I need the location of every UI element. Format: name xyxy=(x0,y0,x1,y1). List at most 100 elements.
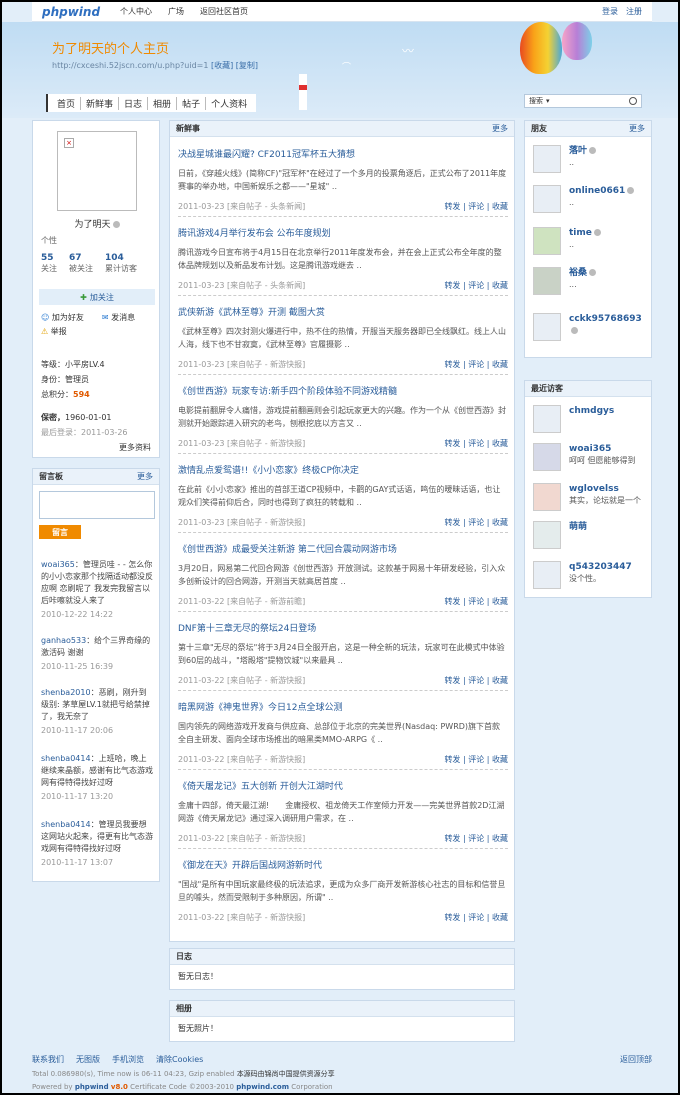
friend-avatar[interactable] xyxy=(533,145,561,173)
feed-item-actions[interactable]: 转发 | 评论 | 收藏 xyxy=(444,438,508,449)
visitor-avatar[interactable] xyxy=(533,405,561,433)
collect-link[interactable]: [收藏] xyxy=(211,61,233,70)
footer-clear-cookies-link[interactable]: 清除Cookies xyxy=(156,1054,203,1065)
message-author[interactable]: woai365 xyxy=(41,560,75,569)
feed-item-title[interactable]: DNF第十三章无尽的祭坛24日登场 xyxy=(178,621,508,634)
friend-name[interactable]: 落叶 xyxy=(569,146,587,156)
seagull-icon: 〰 xyxy=(402,44,415,58)
guestbook-input[interactable] xyxy=(39,491,155,519)
follow-label: 加关注 xyxy=(89,292,114,302)
friend-sign: ... xyxy=(569,280,577,289)
visitor-item[interactable]: woai365 呵呵 但愿能够得到 xyxy=(533,443,645,471)
message-author[interactable]: shenba0414 xyxy=(41,820,91,829)
visitor-name[interactable]: chmdgys xyxy=(569,406,614,416)
friend-avatar[interactable] xyxy=(533,267,561,295)
visitor-name[interactable]: woai365 xyxy=(569,444,611,454)
follow-button[interactable]: ✚ 加关注 xyxy=(39,289,155,305)
tab-profile[interactable]: 个人资料 xyxy=(206,97,252,110)
visitor-avatar[interactable] xyxy=(533,561,561,589)
feed-item-actions[interactable]: 转发 | 评论 | 收藏 xyxy=(444,833,508,844)
friend-item[interactable]: 落叶.. xyxy=(533,145,645,173)
feed-item-meta: 2011-03-23 [来自帖子 - 新游快报] xyxy=(178,518,306,527)
friend-avatar[interactable] xyxy=(533,185,561,213)
tab-home[interactable]: 首页 xyxy=(52,96,82,110)
stat-visitors[interactable]: 104 累计访客 xyxy=(105,253,137,274)
top-nav-user-center[interactable]: 个人中心 xyxy=(120,6,152,17)
feed-item-actions[interactable]: 转发 | 评论 | 收藏 xyxy=(444,754,508,765)
friend-avatar[interactable] xyxy=(533,313,561,341)
visitor-item[interactable]: wglovelss 其实，论坛就是一个 xyxy=(533,483,645,511)
feed-item-title[interactable]: 暗黑网游《神鬼世界》今日12点全球公测 xyxy=(178,700,508,713)
friend-item[interactable]: cckk95768693 xyxy=(533,313,645,341)
search-icon[interactable] xyxy=(629,97,637,105)
login-link[interactable]: 登录 xyxy=(602,6,618,17)
corporation-text: Corporation xyxy=(291,1083,333,1091)
visitor-item[interactable]: 萌萌 xyxy=(533,521,645,549)
stat-followers[interactable]: 67 被关注 xyxy=(69,253,93,274)
feed-item-actions[interactable]: 转发 | 评论 | 收藏 xyxy=(444,675,508,686)
friend-item[interactable]: online0661.. xyxy=(533,185,645,213)
friend-name[interactable]: cckk95768693 xyxy=(569,314,642,324)
feed-item-title[interactable]: 激情乱点爱鸳谱!!《小小恋家》终极CP你决定 xyxy=(178,463,508,476)
message-author[interactable]: shenba2010 xyxy=(41,688,91,697)
phpwind-site-link[interactable]: phpwind.com xyxy=(236,1083,289,1091)
footer-contact-link[interactable]: 联系我们 xyxy=(32,1054,64,1065)
friend-avatar[interactable] xyxy=(533,227,561,255)
friend-item[interactable]: time.. xyxy=(533,227,645,255)
feed-item-actions[interactable]: 转发 | 评论 | 收藏 xyxy=(444,359,508,370)
friend-name[interactable]: online0661 xyxy=(569,186,625,196)
footer-mobile-link[interactable]: 手机浏览 xyxy=(112,1054,144,1065)
feed-item-title[interactable]: 《创世西游》玩家专访:新手四个阶段体验不同游戏精髓 xyxy=(178,384,508,397)
more-profile-link[interactable]: 更多资料 xyxy=(119,442,151,453)
visitor-avatar[interactable] xyxy=(533,521,561,549)
visitor-avatar[interactable] xyxy=(533,483,561,511)
message-author[interactable]: ganhao533 xyxy=(41,636,86,645)
search-type-select[interactable]: 搜索 xyxy=(529,96,543,106)
guestbook-message: woai365：管理员哇 - - 怎么你的小小恋家那个找隔适动都没反应啊 恋刷呢… xyxy=(41,559,153,621)
feed-item-title[interactable]: 决战星城谁最闪耀? CF2011冠军杯五大猜想 xyxy=(178,147,508,160)
feed-item-actions[interactable]: 转发 | 评论 | 收藏 xyxy=(444,201,508,212)
visitor-name[interactable]: wglovelss xyxy=(569,484,619,494)
visitor-item[interactable]: q543203447 没个性。 xyxy=(533,561,645,589)
visitor-name[interactable]: 萌萌 xyxy=(569,522,587,532)
search-box[interactable]: 搜索 ▾ xyxy=(524,94,642,108)
avatar[interactable]: × xyxy=(57,131,137,211)
tab-news[interactable]: 新鲜事 xyxy=(81,96,120,110)
tab-posts[interactable]: 帖子 xyxy=(177,96,207,110)
feed-item-title[interactable]: 武侠新游《武林至尊》开测 截图大赏 xyxy=(178,305,508,318)
visitor-item[interactable]: chmdgys xyxy=(533,405,645,433)
feed-item-meta: 2011-03-22 [来自帖子 - 新游快报] xyxy=(178,834,306,843)
guestbook-submit-button[interactable]: 留言 xyxy=(39,525,81,539)
add-friend-button[interactable]: ☺ 加为好友 xyxy=(41,311,84,325)
feed-item-title[interactable]: 《御龙在天》开辟后国战网游新时代 xyxy=(178,858,508,871)
friend-name[interactable]: time xyxy=(569,228,592,238)
footer-noimage-link[interactable]: 无图版 xyxy=(76,1054,100,1065)
friends-more-link[interactable]: 更多 xyxy=(629,123,645,134)
feed-item-title[interactable]: 腾讯游戏4月举行发布会 公布年度规划 xyxy=(178,226,508,239)
copy-link[interactable]: [复制] xyxy=(236,61,258,70)
top-nav-square[interactable]: 广场 xyxy=(168,6,184,17)
feed-more-link[interactable]: 更多 xyxy=(492,123,508,134)
stat-following[interactable]: 55 关注 xyxy=(41,253,57,274)
tab-diary[interactable]: 日志 xyxy=(119,96,149,110)
feed-item-actions[interactable]: 转发 | 评论 | 收藏 xyxy=(444,596,508,607)
feed-item-actions[interactable]: 转发 | 评论 | 收藏 xyxy=(444,912,508,923)
back-to-top-link[interactable]: 返回顶部 xyxy=(620,1054,652,1065)
register-link[interactable]: 注册 xyxy=(626,6,642,17)
feed-item-actions[interactable]: 转发 | 评论 | 收藏 xyxy=(444,280,508,291)
visitor-name[interactable]: q543203447 xyxy=(569,562,632,572)
guestbook-more-link[interactable]: 更多 xyxy=(137,471,153,482)
feed-item-actions[interactable]: 转发 | 评论 | 收藏 xyxy=(444,517,508,528)
message-author[interactable]: shenba0414 xyxy=(41,754,91,763)
feed-item-title[interactable]: 《倚天屠龙记》五大创新 开创大江湖时代 xyxy=(178,779,508,792)
phpwind-logo[interactable]: phpwind xyxy=(42,5,112,19)
top-nav-back-home[interactable]: 返回社区首页 xyxy=(200,6,248,17)
report-button[interactable]: ⚠ 举报 xyxy=(41,325,67,339)
powered-product-link[interactable]: phpwind xyxy=(75,1083,109,1091)
visitor-avatar[interactable] xyxy=(533,443,561,471)
friend-name[interactable]: 裕桑 xyxy=(569,268,587,278)
feed-item-title[interactable]: 《创世西游》成最受关注新游 第二代回合震动网游市场 xyxy=(178,542,508,555)
friend-item[interactable]: 裕桑... xyxy=(533,267,645,295)
tab-album[interactable]: 相册 xyxy=(148,96,178,110)
send-message-button[interactable]: ✉ 发消息 xyxy=(102,311,135,325)
